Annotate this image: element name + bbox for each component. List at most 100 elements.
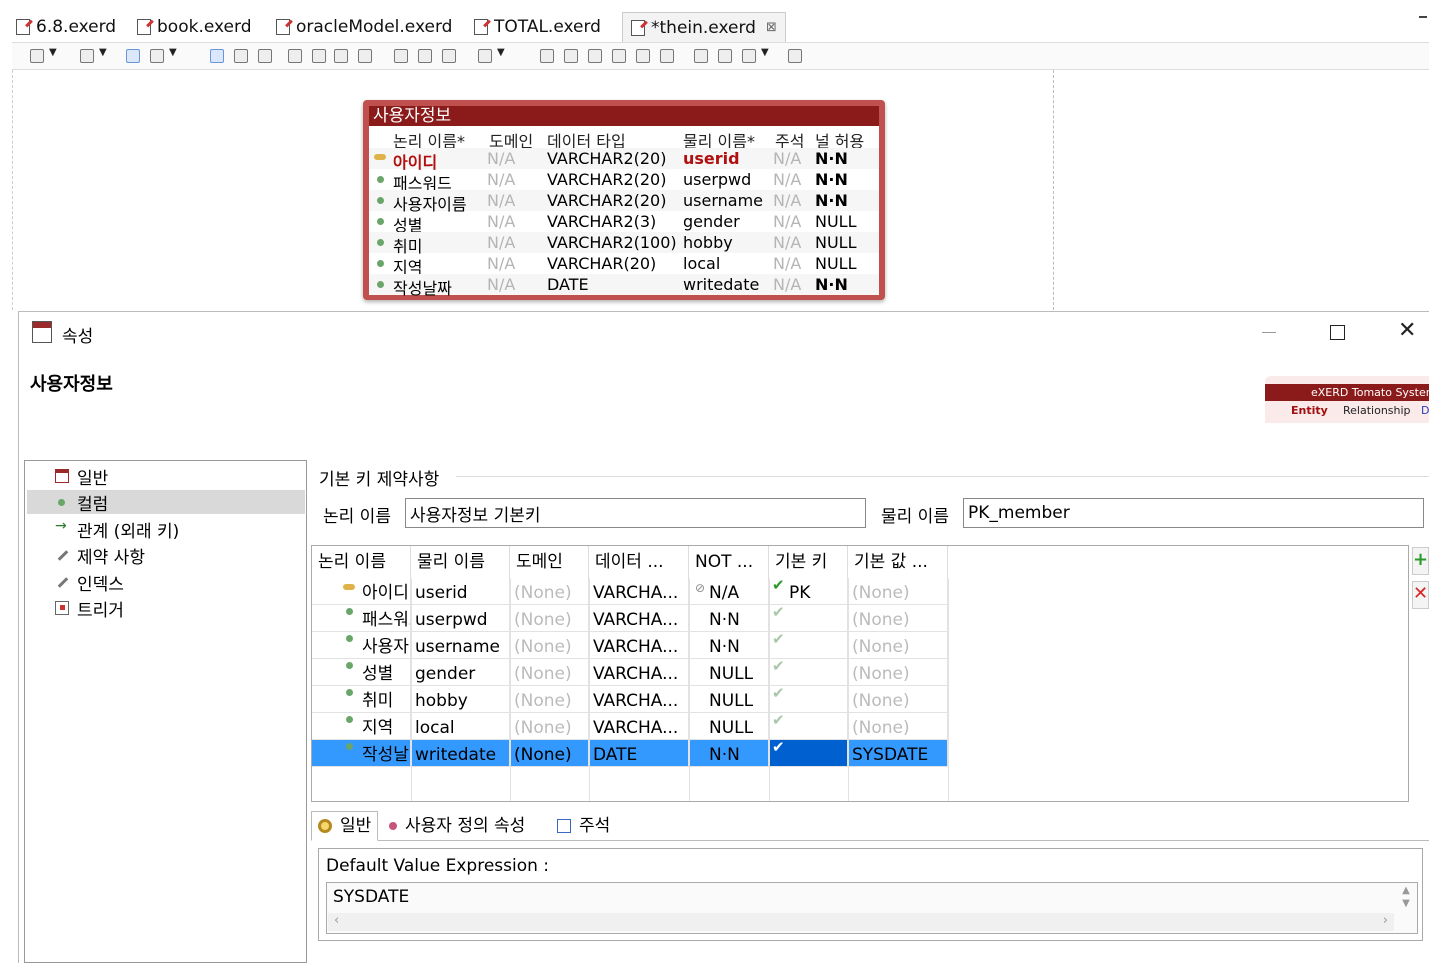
comment-icon: [557, 819, 571, 833]
minimize-button[interactable]: [1262, 332, 1276, 333]
vertical-scrollbar[interactable]: ▲ ▼: [1396, 884, 1416, 912]
column-icon: [346, 662, 353, 669]
nav-item-columns[interactable]: 컬럼: [27, 490, 305, 515]
paint-icon[interactable]: [478, 47, 505, 63]
tab-thein-exerd[interactable]: *thein.exerd ⊠: [622, 12, 786, 42]
align-right-icon[interactable]: [588, 49, 602, 63]
nav-item-index[interactable]: 인덱스: [55, 570, 305, 595]
nav-item-relations[interactable]: 관계 (외래 키): [55, 517, 305, 542]
relation-icon[interactable]: [334, 49, 348, 63]
checkbox-unchecked-icon[interactable]: ✔: [772, 657, 785, 675]
tab-oraclemodel-exerd[interactable]: oracleModel.exerd: [276, 12, 452, 42]
nav-item-general[interactable]: 일반: [55, 464, 305, 489]
close-tab-icon[interactable]: ⊠: [766, 20, 777, 35]
group-icon[interactable]: [394, 49, 408, 63]
column-icon: [346, 689, 353, 696]
checkbox-unchecked-icon[interactable]: ✔: [772, 603, 785, 621]
tab-label: *thein.exerd: [651, 17, 756, 38]
add-column-button[interactable]: +: [1412, 547, 1429, 575]
table-row-selected[interactable]: 작성날 writedate (None) DATE N·N ✔ SYSDATE: [312, 738, 948, 767]
col-header-domain[interactable]: 도메인: [510, 546, 589, 578]
entity-row[interactable]: 취미 N/A VARCHAR2(100) hobby N/A NULL: [369, 232, 879, 256]
checkbox-unchecked-icon[interactable]: ✔: [772, 630, 785, 648]
logical-name-input[interactable]: [405, 498, 866, 528]
column-comment: N/A: [773, 149, 802, 168]
validate-icon[interactable]: [718, 49, 732, 63]
print-icon[interactable]: [418, 49, 432, 63]
relation-dashed-icon[interactable]: [312, 49, 326, 63]
horizontal-scrollbar[interactable]: ‹ ›: [328, 913, 1394, 931]
file-edit-icon: [16, 19, 30, 35]
page-guide-line: [1053, 70, 1054, 310]
entity-row[interactable]: 작성날짜 N/A DATE writedate N/A N·N: [369, 274, 879, 298]
relation-icon: [55, 518, 69, 536]
cell-physical: username: [411, 632, 510, 658]
cell-default: (None): [848, 713, 948, 739]
properties-icon: [32, 321, 52, 343]
entity-row[interactable]: 성별 N/A VARCHAR2(3) gender N/A NULL: [369, 211, 879, 235]
note-icon[interactable]: [358, 49, 372, 63]
checkbox-unchecked-icon[interactable]: ✔: [772, 711, 785, 729]
document-icon[interactable]: [694, 49, 708, 63]
scroll-right-icon[interactable]: ›: [1383, 913, 1388, 928]
table-row[interactable]: 지역 local (None) VARCHA... NULL ✔ (None): [312, 711, 948, 740]
col-header-logical[interactable]: 논리 이름: [312, 546, 411, 578]
scroll-left-icon[interactable]: ‹: [334, 913, 339, 928]
sync-icon[interactable]: [742, 47, 769, 63]
col-header-default[interactable]: 기본 값 ...: [848, 546, 948, 578]
zoom-icon[interactable]: [258, 49, 272, 63]
table-icon[interactable]: [126, 49, 140, 63]
table-row[interactable]: 취미 hobby (None) VARCHA... NULL ✔ (None): [312, 684, 948, 713]
nav-item-constraints[interactable]: 제약 사항: [55, 543, 305, 568]
shape-icon[interactable]: [80, 47, 107, 63]
tab-comment[interactable]: 주석: [551, 811, 616, 841]
tab-general[interactable]: 일반: [311, 811, 379, 841]
col-header-type[interactable]: 데이터 ...: [589, 546, 689, 578]
hand-icon[interactable]: [234, 49, 248, 63]
nav-item-trigger[interactable]: 트리거: [55, 596, 305, 621]
physical-name-input[interactable]: [963, 498, 1424, 528]
detail-tabs: 일반 사용자 정의 속성 주석: [311, 811, 1429, 841]
align-bottom-icon[interactable]: [660, 49, 674, 63]
entity-user-info[interactable]: 사용자정보 논리 이름* 도메인 데이터 타입 물리 이름* 주석 널 허용 아…: [363, 100, 885, 300]
tab-6-8-exerd[interactable]: 6.8.exerd: [16, 12, 116, 42]
table-row[interactable]: 사용자 username (None) VARCHA... N·N ✔ (Non…: [312, 630, 948, 659]
entity-row[interactable]: 사용자이름 N/A VARCHAR2(20) username N/A N·N: [369, 190, 879, 214]
align-left-icon[interactable]: [540, 49, 554, 63]
table-row[interactable]: 아이디 userid (None) VARCHA... N/A ⊘ PK ✔ (…: [312, 576, 948, 605]
table-row[interactable]: 패스워드 userpwd (None) VARCHA... N·N ✔ (Non…: [312, 603, 948, 632]
align-middle-icon[interactable]: [636, 49, 650, 63]
col-header-pk[interactable]: 기본 키: [769, 546, 848, 578]
maximize-button[interactable]: [1330, 325, 1345, 340]
new-entity-icon[interactable]: [30, 47, 57, 63]
table-row[interactable]: 성별 gender (None) VARCHA... NULL ✔ (None): [312, 657, 948, 686]
delete-column-button[interactable]: ✕: [1412, 581, 1429, 609]
checkbox-checked-icon[interactable]: ✔: [772, 576, 785, 594]
constraint-icon: [55, 548, 69, 562]
col-header-notnull[interactable]: NOT ...: [689, 546, 769, 578]
entity-row[interactable]: 지역 N/A VARCHAR(20) local N/A NULL: [369, 253, 879, 277]
col-header-physical[interactable]: 물리 이름: [411, 546, 510, 578]
select-pointer-icon[interactable]: [210, 49, 224, 63]
checkbox-unchecked-icon[interactable]: ✔: [772, 738, 785, 756]
cell-domain: (None): [510, 632, 589, 658]
image-icon[interactable]: [442, 49, 456, 63]
entity-row[interactable]: 아이디 N/A VARCHAR2(20) userid N/A N·N: [369, 148, 879, 172]
column-domain: N/A: [487, 170, 516, 189]
align-top-icon[interactable]: [612, 49, 626, 63]
tab-book-exerd[interactable]: book.exerd: [137, 12, 251, 42]
minimize-icon[interactable]: [1419, 16, 1427, 18]
tab-label: TOTAL.exerd: [494, 17, 601, 37]
tab-custom-attributes[interactable]: 사용자 정의 속성: [383, 811, 531, 841]
cell-logical: 작성날: [358, 740, 411, 766]
tab-total-exerd[interactable]: TOTAL.exerd: [474, 12, 601, 42]
copy-icon[interactable]: [150, 47, 177, 63]
column-domain: N/A: [487, 212, 516, 231]
close-button[interactable]: ✕: [1398, 318, 1416, 343]
align-center-icon[interactable]: [564, 49, 578, 63]
export-icon[interactable]: [788, 49, 802, 63]
column-type: VARCHAR2(20): [547, 170, 667, 189]
entity-row[interactable]: 패스워드 N/A VARCHAR2(20) userpwd N/A N·N: [369, 169, 879, 193]
entity-icon[interactable]: [288, 49, 302, 63]
checkbox-unchecked-icon[interactable]: ✔: [772, 684, 785, 702]
